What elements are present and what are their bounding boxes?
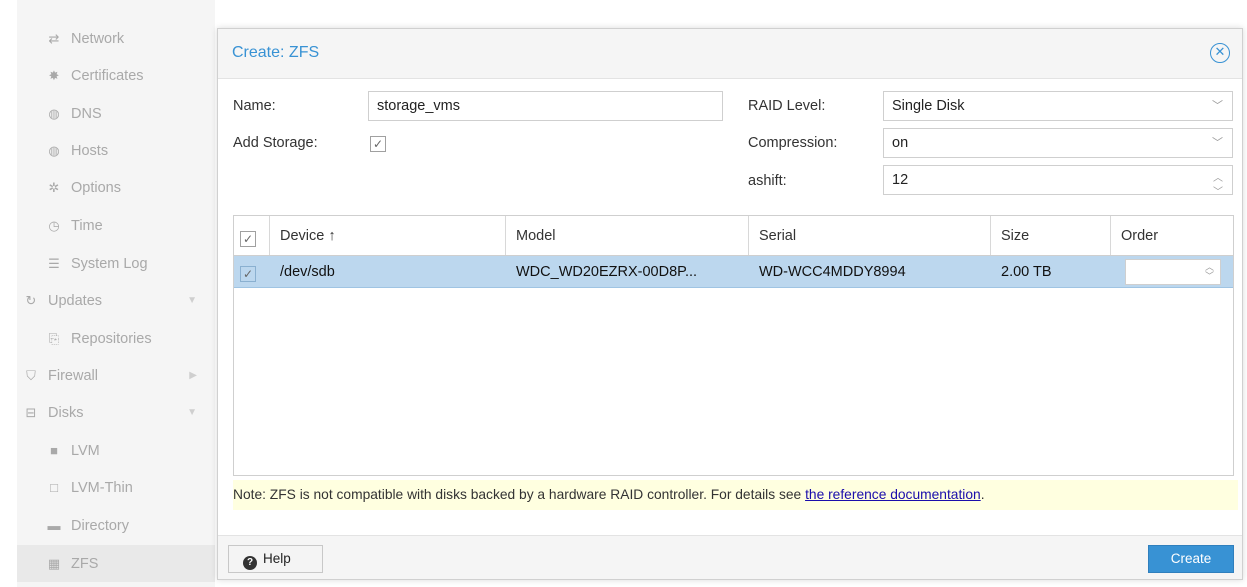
square-icon: ■ (50, 443, 58, 458)
reference-documentation-link[interactable]: the reference documentation (805, 487, 981, 502)
sidebar-item-directory[interactable]: ▬ Directory (17, 507, 215, 544)
column-header-serial[interactable]: Serial (749, 216, 991, 255)
add-storage-checkbox[interactable]: ✓ (370, 136, 386, 152)
grid-header: ✓ Device ↑ Model Serial Size Order (234, 216, 1233, 256)
close-icon[interactable]: ✕ (1210, 43, 1230, 63)
sidebar-item-lvm-thin[interactable]: □ LVM-Thin (17, 469, 215, 506)
chevron-down-icon[interactable]: ﹀ (1212, 92, 1223, 120)
raid-level-label: RAID Level: (748, 98, 826, 114)
row-checkbox[interactable]: ✓ (240, 266, 256, 282)
hdd-icon: ⊟ (25, 404, 37, 420)
chevron-down-icon[interactable]: ﹀ (1212, 129, 1223, 157)
dialog-header: Create: ZFS ✕ (218, 29, 1242, 79)
sidebar-item-firewall[interactable]: ⛉ Firewall ▶ (17, 357, 215, 394)
compression-select[interactable]: on ﹀ (883, 128, 1233, 158)
sidebar-item-label: Disks (48, 404, 84, 421)
shield-icon: ⛉ (26, 367, 36, 383)
help-button[interactable]: ? Help (228, 545, 323, 573)
chevron-down-icon[interactable]: ▼ (187, 407, 197, 418)
sidebar-item-lvm[interactable]: ■ LVM (17, 432, 215, 469)
sidebar-item-updates[interactable]: ↻ Updates ▼ (17, 282, 215, 319)
row-select-cell: ✓ (234, 256, 270, 287)
list-icon: ☰ (48, 255, 60, 271)
sidebar-item-label: Certificates (71, 67, 144, 84)
ashift-label: ashift: (748, 173, 787, 189)
sidebar-item-label: Repositories (71, 330, 152, 347)
select-all-column: ✓ (234, 216, 270, 255)
sidebar-item-label: System Log (71, 255, 148, 272)
raid-level-value: Single Disk (892, 98, 965, 114)
sidebar-item-label: Firewall (48, 367, 98, 384)
sidebar-item-network[interactable]: ⇄ Network (17, 20, 215, 57)
help-label: Help (263, 551, 291, 566)
chevron-down-icon[interactable]: ▼ (187, 295, 197, 306)
sidebar-item-label: LVM-Thin (71, 479, 133, 496)
globe-icon: ◍ (48, 142, 60, 158)
ashift-spinner[interactable]: 12 ︿ ﹀ (883, 165, 1233, 198)
sidebar-item-time[interactable]: ◷ Time (17, 207, 215, 244)
spinner-arrows-icon[interactable]: ︿ ﹀ (1213, 172, 1223, 200)
order-spinner[interactable]: ︿ ﹀ (1125, 259, 1221, 285)
order-cell: ︿ ﹀ (1111, 256, 1233, 287)
certificate-icon: ✸ (48, 67, 60, 83)
add-storage-label: Add Storage: (233, 135, 318, 151)
disk-grid: ✓ Device ↑ Model Serial Size Order ✓ /de… (233, 215, 1234, 476)
column-header-device[interactable]: Device ↑ (270, 216, 506, 255)
note-end: . (980, 487, 985, 502)
serial-cell: WD-WCC4MDDY8994 (759, 264, 906, 280)
sidebar-item-label: Time (71, 217, 103, 234)
square-outline-icon: □ (50, 480, 58, 495)
sidebar-item-label: Options (71, 179, 121, 196)
sidebar-item-certificates[interactable]: ✸ Certificates (17, 57, 215, 94)
folder-icon: ▬ (47, 518, 61, 533)
sidebar-item-label: Directory (71, 517, 130, 534)
files-icon: ⎘ (48, 330, 60, 346)
size-cell: 2.00 TB (1001, 264, 1052, 280)
create-zfs-dialog: Create: ZFS ✕ Name: storage_vms Add Stor… (217, 28, 1243, 580)
sidebar-item-label: Updates (48, 292, 103, 309)
question-icon: ? (243, 556, 257, 570)
sidebar-item-hosts[interactable]: ◍ Hosts (17, 132, 215, 169)
sidebar-item-label: Hosts (71, 142, 109, 159)
device-cell: /dev/sdb (280, 264, 335, 280)
sidebar-item-disks[interactable]: ⊟ Disks ▼ (17, 394, 215, 431)
chevron-right-icon[interactable]: ▶ (189, 370, 197, 381)
sidebar-item-label: Network (71, 30, 125, 47)
name-input[interactable]: storage_vms (368, 91, 723, 121)
dialog-title: Create: ZFS (232, 44, 320, 61)
sidebar-item-repositories[interactable]: ⎘ Repositories (17, 320, 215, 357)
clock-icon: ◷ (48, 217, 60, 233)
select-all-checkbox[interactable]: ✓ (240, 231, 256, 247)
sidebar-item-label: DNS (71, 105, 102, 122)
column-header-size[interactable]: Size (991, 216, 1111, 255)
raid-warning-note: Note: ZFS is not compatible with disks b… (233, 480, 1238, 510)
create-button[interactable]: Create (1148, 545, 1234, 573)
gear-icon: ✲ (48, 179, 60, 195)
refresh-icon: ↻ (25, 292, 37, 308)
sidebar-item-system-log[interactable]: ☰ System Log (17, 245, 215, 282)
network-icon: ⇄ (48, 30, 60, 46)
name-label: Name: (233, 98, 276, 114)
sidebar-item-options[interactable]: ✲ Options (17, 169, 215, 206)
spinner-arrows-icon[interactable]: ︿ ﹀ (1205, 263, 1214, 281)
globe-icon: ◍ (48, 105, 60, 121)
sidebar: ⇄ Network ✸ Certificates ◍ DNS ◍ Hosts ✲ Opti… (17, 0, 215, 587)
sidebar-item-zfs[interactable]: ▦ ZFS (17, 545, 215, 582)
dialog-footer: ? Help Create (218, 535, 1242, 579)
sidebar-item-label: ZFS (71, 555, 99, 572)
note-text: Note: ZFS is not compatible with disks b… (233, 487, 806, 502)
model-cell: WDC_WD20EZRX-00D8P... (516, 264, 698, 280)
ashift-value: 12 (892, 172, 909, 188)
column-header-order[interactable]: Order (1111, 216, 1233, 255)
column-header-model[interactable]: Model (506, 216, 749, 255)
raid-level-select[interactable]: Single Disk ﹀ (883, 91, 1233, 121)
sidebar-item-dns[interactable]: ◍ DNS (17, 95, 215, 132)
table-row[interactable]: ✓ /dev/sdb WDC_WD20EZRX-00D8P... WD-WCC4… (234, 256, 1233, 288)
grid-icon: ▦ (47, 555, 61, 571)
compression-label: Compression: (748, 135, 838, 151)
sidebar-item-label: LVM (71, 442, 100, 459)
compression-value: on (892, 135, 909, 151)
